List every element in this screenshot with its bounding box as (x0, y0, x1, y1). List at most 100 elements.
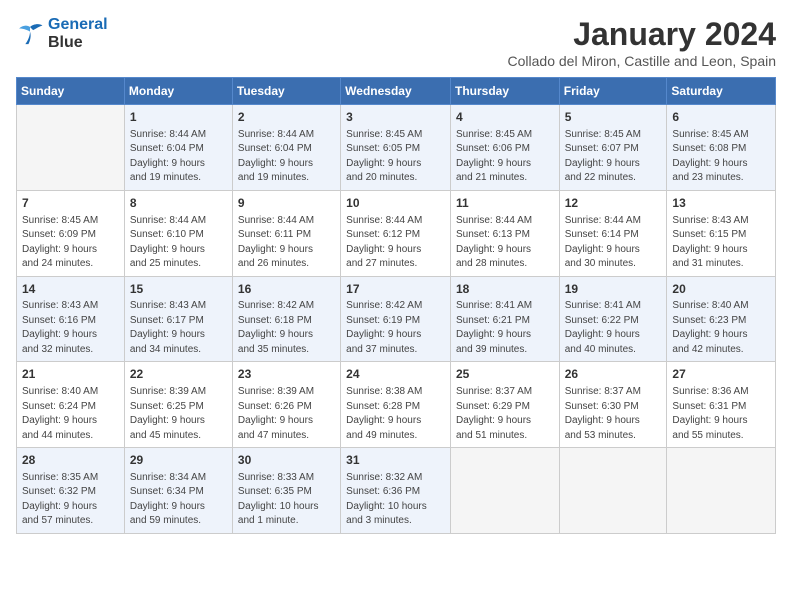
calendar-cell (559, 448, 667, 534)
calendar-cell: 20Sunrise: 8:40 AM Sunset: 6:23 PM Dayli… (667, 276, 776, 362)
day-info: Sunrise: 8:32 AM Sunset: 6:36 PM Dayligh… (346, 471, 445, 529)
calendar-cell: 7 Sunrise: 8:45 AM Sunset: 6:09 PM Daylig… (17, 190, 125, 276)
day-info: Sunrise: 8:43 AM Sunset: 6:16 PM Dayligh… (22, 299, 119, 357)
calendar-cell: 9 Sunrise: 8:44 AM Sunset: 6:11 PM Daylig… (232, 190, 340, 276)
day-info: Sunrise: 8:44 AM Sunset: 6:04 PM Dayligh… (238, 128, 335, 186)
calendar-cell: 4Sunrise: 8:45 AM Sunset: 6:06 PM Daylig… (450, 105, 559, 191)
day-info: Sunrise: 8:43 AM Sunset: 6:15 PM Dayligh… (672, 214, 770, 272)
calendar-table: SundayMondayTuesdayWednesdayThursdayFrid… (16, 77, 776, 534)
day-info: Sunrise: 8:44 AM Sunset: 6:04 PM Dayligh… (130, 128, 227, 186)
day-info: Sunrise: 8:40 AM Sunset: 6:23 PM Dayligh… (672, 299, 770, 357)
day-number: 13 (672, 195, 770, 212)
calendar-cell: 10 Sunrise: 8:44 AM Sunset: 6:12 PM Dayli… (341, 190, 451, 276)
calendar-cell: 18Sunrise: 8:41 AM Sunset: 6:21 PM Dayli… (450, 276, 559, 362)
day-info: Sunrise: 8:42 AM Sunset: 6:19 PM Dayligh… (346, 299, 445, 357)
calendar-cell (17, 105, 125, 191)
day-info: Sunrise: 8:36 AM Sunset: 6:31 PM Dayligh… (672, 385, 770, 443)
calendar-cell: 23 Sunrise: 8:39 AM Sunset: 6:26 PM Dayli… (232, 362, 340, 448)
day-number: 3 (346, 109, 445, 126)
calendar-cell: 12 Sunrise: 8:44 AM Sunset: 6:14 PM Dayli… (559, 190, 667, 276)
page-header: General Blue January 2024 Collado del Mi… (16, 16, 776, 69)
calendar-cell: 28 Sunrise: 8:35 AM Sunset: 6:32 PM Dayli… (17, 448, 125, 534)
day-number: 20 (672, 281, 770, 298)
calendar-cell: 31 Sunrise: 8:32 AM Sunset: 6:36 PM Dayli… (341, 448, 451, 534)
day-number: 27 (672, 366, 770, 383)
calendar-cell: 26 Sunrise: 8:37 AM Sunset: 6:30 PM Dayli… (559, 362, 667, 448)
day-info: Sunrise: 8:41 AM Sunset: 6:22 PM Dayligh… (565, 299, 662, 357)
calendar-cell: 1Sunrise: 8:44 AM Sunset: 6:04 PM Daylig… (124, 105, 232, 191)
day-info: Sunrise: 8:37 AM Sunset: 6:29 PM Dayligh… (456, 385, 554, 443)
day-info: Sunrise: 8:45 AM Sunset: 6:08 PM Dayligh… (672, 128, 770, 186)
day-number: 6 (672, 109, 770, 126)
day-number: 28 (22, 452, 119, 469)
day-number: 10 (346, 195, 445, 212)
calendar-cell: 24 Sunrise: 8:38 AM Sunset: 6:28 PM Dayli… (341, 362, 451, 448)
day-info: Sunrise: 8:44 AM Sunset: 6:11 PM Dayligh… (238, 214, 335, 272)
day-number: 31 (346, 452, 445, 469)
col-header-friday: Friday (559, 78, 667, 105)
calendar-cell (450, 448, 559, 534)
day-info: Sunrise: 8:45 AM Sunset: 6:09 PM Dayligh… (22, 214, 119, 272)
day-number: 21 (22, 366, 119, 383)
calendar-cell: 17Sunrise: 8:42 AM Sunset: 6:19 PM Dayli… (341, 276, 451, 362)
day-number: 16 (238, 281, 335, 298)
day-number: 26 (565, 366, 662, 383)
day-number: 8 (130, 195, 227, 212)
col-header-monday: Monday (124, 78, 232, 105)
day-info: Sunrise: 8:38 AM Sunset: 6:28 PM Dayligh… (346, 385, 445, 443)
day-number: 23 (238, 366, 335, 383)
calendar-title: January 2024 (508, 16, 777, 53)
calendar-cell: 15Sunrise: 8:43 AM Sunset: 6:17 PM Dayli… (124, 276, 232, 362)
day-number: 22 (130, 366, 227, 383)
calendar-cell: 30 Sunrise: 8:33 AM Sunset: 6:35 PM Dayli… (232, 448, 340, 534)
day-number: 7 (22, 195, 119, 212)
day-number: 17 (346, 281, 445, 298)
calendar-cell: 11 Sunrise: 8:44 AM Sunset: 6:13 PM Dayli… (450, 190, 559, 276)
day-number: 12 (565, 195, 662, 212)
day-number: 11 (456, 195, 554, 212)
day-number: 14 (22, 281, 119, 298)
col-header-tuesday: Tuesday (232, 78, 340, 105)
day-info: Sunrise: 8:45 AM Sunset: 6:07 PM Dayligh… (565, 128, 662, 186)
day-info: Sunrise: 8:39 AM Sunset: 6:26 PM Dayligh… (238, 385, 335, 443)
day-number: 5 (565, 109, 662, 126)
day-info: Sunrise: 8:41 AM Sunset: 6:21 PM Dayligh… (456, 299, 554, 357)
calendar-cell: 2Sunrise: 8:44 AM Sunset: 6:04 PM Daylig… (232, 105, 340, 191)
col-header-wednesday: Wednesday (341, 78, 451, 105)
day-number: 24 (346, 366, 445, 383)
calendar-cell: 3 Sunrise: 8:45 AM Sunset: 6:05 PM Daylig… (341, 105, 451, 191)
day-number: 19 (565, 281, 662, 298)
day-info: Sunrise: 8:34 AM Sunset: 6:34 PM Dayligh… (130, 471, 227, 529)
calendar-cell: 29 Sunrise: 8:34 AM Sunset: 6:34 PM Dayli… (124, 448, 232, 534)
day-info: Sunrise: 8:44 AM Sunset: 6:10 PM Dayligh… (130, 214, 227, 272)
day-info: Sunrise: 8:43 AM Sunset: 6:17 PM Dayligh… (130, 299, 227, 357)
day-number: 15 (130, 281, 227, 298)
calendar-cell: 14Sunrise: 8:43 AM Sunset: 6:16 PM Dayli… (17, 276, 125, 362)
day-number: 30 (238, 452, 335, 469)
day-info: Sunrise: 8:37 AM Sunset: 6:30 PM Dayligh… (565, 385, 662, 443)
col-header-saturday: Saturday (667, 78, 776, 105)
day-info: Sunrise: 8:40 AM Sunset: 6:24 PM Dayligh… (22, 385, 119, 443)
calendar-cell: 16Sunrise: 8:42 AM Sunset: 6:18 PM Dayli… (232, 276, 340, 362)
day-info: Sunrise: 8:44 AM Sunset: 6:12 PM Dayligh… (346, 214, 445, 272)
logo: General Blue (16, 16, 108, 52)
logo-bird-icon (16, 22, 44, 46)
day-info: Sunrise: 8:33 AM Sunset: 6:35 PM Dayligh… (238, 471, 335, 529)
day-info: Sunrise: 8:39 AM Sunset: 6:25 PM Dayligh… (130, 385, 227, 443)
day-info: Sunrise: 8:44 AM Sunset: 6:13 PM Dayligh… (456, 214, 554, 272)
calendar-cell: 6 Sunrise: 8:45 AM Sunset: 6:08 PM Daylig… (667, 105, 776, 191)
day-number: 4 (456, 109, 554, 126)
calendar-cell: 27 Sunrise: 8:36 AM Sunset: 6:31 PM Dayli… (667, 362, 776, 448)
day-info: Sunrise: 8:45 AM Sunset: 6:05 PM Dayligh… (346, 128, 445, 186)
calendar-cell: 19Sunrise: 8:41 AM Sunset: 6:22 PM Dayli… (559, 276, 667, 362)
col-header-thursday: Thursday (450, 78, 559, 105)
day-info: Sunrise: 8:44 AM Sunset: 6:14 PM Dayligh… (565, 214, 662, 272)
day-number: 29 (130, 452, 227, 469)
calendar-cell: 8 Sunrise: 8:44 AM Sunset: 6:10 PM Daylig… (124, 190, 232, 276)
day-number: 9 (238, 195, 335, 212)
calendar-cell: 5 Sunrise: 8:45 AM Sunset: 6:07 PM Daylig… (559, 105, 667, 191)
day-info: Sunrise: 8:35 AM Sunset: 6:32 PM Dayligh… (22, 471, 119, 529)
day-number: 18 (456, 281, 554, 298)
calendar-cell: 13 Sunrise: 8:43 AM Sunset: 6:15 PM Dayli… (667, 190, 776, 276)
calendar-header: January 2024 Collado del Miron, Castille… (508, 16, 777, 69)
